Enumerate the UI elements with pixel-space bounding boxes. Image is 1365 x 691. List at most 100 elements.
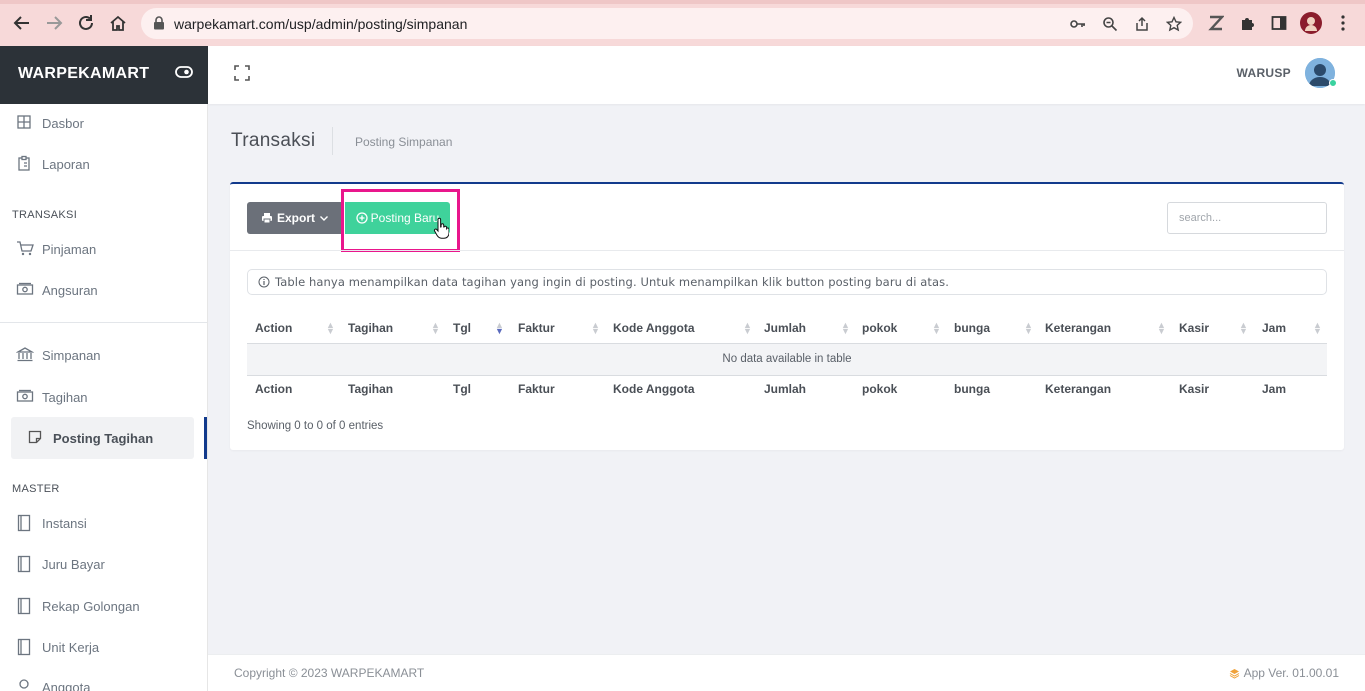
url-text[interactable]: warpekamart.com/usp/admin/posting/simpan… — [174, 16, 467, 32]
sidebar-item-anggota[interactable]: Anggota — [0, 668, 206, 691]
sort-icon[interactable]: ▲ ▼ — [326, 321, 335, 336]
title-separator — [332, 127, 333, 155]
extension-z-icon[interactable] — [1205, 12, 1227, 34]
sort-icon[interactable]: ▲ ▼ — [1239, 321, 1248, 336]
sort-icon[interactable]: ▲ ▼ — [932, 321, 941, 336]
sidebar-item-tagihan[interactable]: Tagihan — [0, 378, 206, 416]
sidebar-item-simpanan[interactable]: Simpanan — [0, 336, 206, 374]
sort-icon[interactable]: ▲ ▼ — [1313, 321, 1322, 336]
side-panel-icon[interactable] — [1268, 12, 1290, 34]
forward-arrow-icon[interactable] — [43, 12, 65, 34]
fullscreen-icon[interactable] — [233, 64, 251, 87]
sort-icon[interactable]: ▲ ▼ — [591, 321, 600, 336]
bank-icon — [15, 346, 35, 364]
chevron-down-icon — [320, 216, 328, 221]
search-input[interactable] — [1167, 202, 1327, 234]
page-title: Transaksi — [231, 130, 316, 151]
data-table: Action ▲ ▼ Tagihan ▲ ▼ Tgl ▲ ▼ Faktur ▲ ▼ Ko… — [247, 312, 1327, 396]
browser-toolbar: warpekamart.com/usp/admin/posting/simpan… — [0, 0, 1365, 46]
sidebar-item-label: Tagihan — [42, 390, 88, 405]
brand-name[interactable]: WARPEKAMART — [18, 65, 149, 83]
sidebar: WARPEKAMART Dasbor Laporan TRANSAKSI Pin… — [0, 46, 208, 691]
sidebar-item-angsuran[interactable]: Angsuran — [0, 271, 206, 309]
column-header-tgl[interactable]: Tgl — [453, 321, 471, 335]
version-text: App Ver. 01.00.01 — [1243, 666, 1339, 680]
home-icon[interactable] — [107, 12, 129, 34]
column-header-kode-anggota[interactable]: Kode Anggota — [613, 321, 695, 335]
sidebar-item-rekap-golongan[interactable]: Rekap Golongan — [0, 587, 206, 625]
sort-icon[interactable]: ▲ ▼ — [431, 321, 440, 336]
sidebar-item-juru-bayar[interactable]: Juru Bayar — [0, 545, 206, 583]
layers-icon — [1229, 668, 1239, 679]
star-icon[interactable] — [1163, 14, 1185, 34]
lock-icon[interactable] — [153, 16, 165, 35]
column-header-pokok[interactable]: pokok — [862, 321, 897, 335]
sidebar-item-label: Angsuran — [42, 283, 98, 298]
sort-desc-icon[interactable]: ▲ ▼ — [495, 321, 504, 336]
table-header-row: Action ▲ ▼ Tagihan ▲ ▼ Tgl ▲ ▼ Faktur ▲ ▼ Ko… — [247, 312, 1327, 344]
column-header-jam[interactable]: Jam — [1262, 321, 1286, 335]
breadcrumb[interactable]: Posting Simpanan — [355, 135, 452, 149]
column-header-kasir[interactable]: Kasir — [1179, 321, 1209, 335]
sidebar-item-label: Juru Bayar — [42, 557, 105, 572]
table-footer-row: Action Tagihan Tgl Faktur Kode Anggota J… — [247, 375, 1327, 405]
footer-column-jumlah: Jumlah — [764, 382, 807, 396]
footer-column-kode-anggota: Kode Anggota — [613, 382, 695, 396]
tab-strip — [0, 0, 1365, 4]
clipboard-icon — [16, 155, 34, 173]
info-alert: Table hanya menampilkan data tagihan yan… — [247, 269, 1327, 295]
online-status-dot — [1329, 79, 1337, 87]
sidebar-item-dasbor[interactable]: Dasbor — [0, 104, 206, 142]
section-transaksi: TRANSAKSI — [12, 209, 78, 221]
brand-header: WARPEKAMART — [0, 46, 208, 104]
column-header-jumlah[interactable]: Jumlah — [764, 321, 806, 335]
section-master: MASTER — [12, 483, 60, 495]
sidebar-item-label: Instansi — [42, 516, 87, 531]
sort-icon[interactable]: ▲ ▼ — [841, 321, 850, 336]
column-header-faktur[interactable]: Faktur — [518, 321, 555, 335]
note-icon — [27, 429, 45, 447]
puzzle-icon[interactable] — [1237, 12, 1259, 34]
info-text: Table hanya menampilkan data tagihan yan… — [275, 275, 949, 289]
column-header-action[interactable]: Action — [255, 321, 292, 335]
share-icon[interactable] — [1131, 14, 1153, 34]
back-arrow-icon[interactable] — [11, 12, 33, 34]
sidebar-item-label: Pinjaman — [42, 242, 97, 257]
column-header-bunga[interactable]: bunga — [954, 321, 990, 335]
hand-cursor-icon — [433, 217, 450, 244]
key-icon[interactable] — [1067, 14, 1089, 34]
profile-avatar-icon[interactable] — [1300, 12, 1322, 34]
browser-menu-icon[interactable] — [1332, 12, 1354, 34]
footer-column-kasir: Kasir — [1179, 382, 1210, 396]
sidebar-item-label: Rekap Golongan — [42, 599, 140, 614]
book-icon — [16, 638, 34, 656]
column-header-keterangan[interactable]: Keterangan — [1045, 321, 1111, 335]
sort-icon[interactable]: ▲ ▼ — [743, 321, 752, 336]
toggle-icon[interactable] — [175, 65, 193, 84]
reload-icon[interactable] — [75, 12, 97, 34]
address-bar[interactable]: warpekamart.com/usp/admin/posting/simpan… — [141, 8, 1193, 39]
grid-icon — [16, 114, 34, 132]
sort-icon[interactable]: ▲ ▼ — [1024, 321, 1033, 336]
footer-column-tagihan: Tagihan — [348, 382, 394, 396]
column-header-tagihan[interactable]: Tagihan — [348, 321, 393, 335]
footer-column-keterangan: Keterangan — [1045, 382, 1112, 396]
page-footer: Copyright © 2023 WARPEKAMART App Ver. 01… — [208, 654, 1365, 691]
sidebar-item-unit-kerja[interactable]: Unit Kerja — [0, 628, 206, 666]
printer-icon — [261, 213, 272, 224]
user-name[interactable]: WARUSP — [1237, 66, 1291, 80]
sidebar-item-label: Laporan — [42, 157, 90, 172]
empty-table-row: No data available in table — [247, 344, 1327, 375]
footer-column-tgl: Tgl — [453, 382, 471, 396]
book-icon — [16, 597, 34, 615]
cash-icon — [16, 388, 34, 406]
top-header: WARUSP — [208, 46, 1365, 104]
sidebar-item-laporan[interactable]: Laporan — [0, 145, 206, 183]
export-button[interactable]: Export — [247, 202, 343, 234]
sidebar-item-pinjaman[interactable]: Pinjaman — [0, 230, 206, 268]
sidebar-item-posting-tagihan[interactable]: Posting Tagihan — [0, 419, 206, 457]
zoom-icon[interactable] — [1099, 14, 1121, 34]
user-icon — [16, 678, 34, 691]
sort-icon[interactable]: ▲ ▼ — [1157, 321, 1166, 336]
sidebar-item-instansi[interactable]: Instansi — [0, 504, 206, 542]
